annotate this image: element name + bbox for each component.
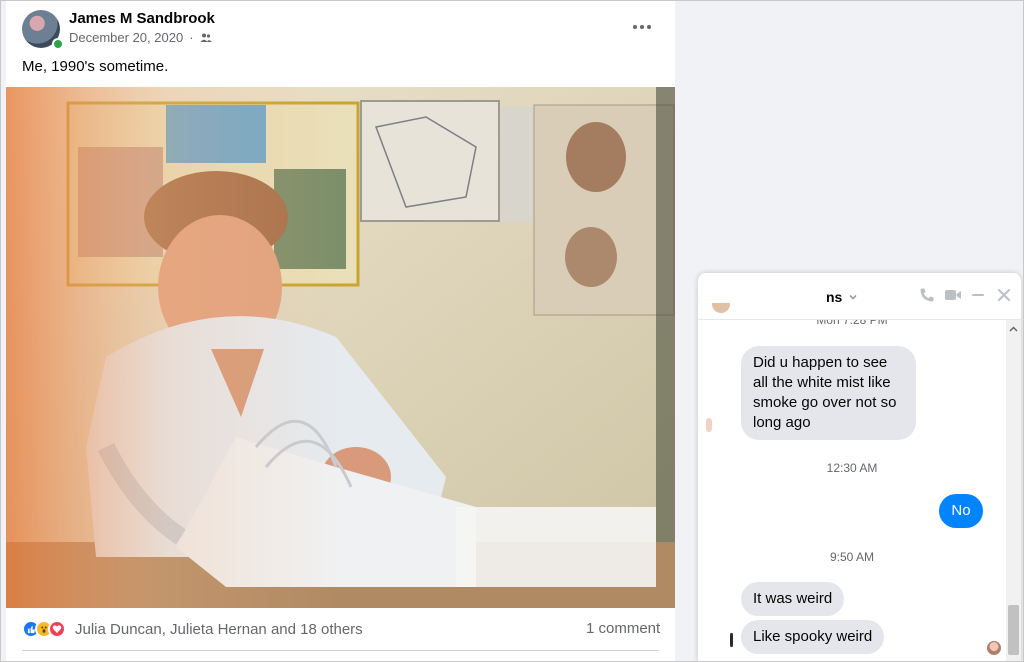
sender-avatar [730,633,733,647]
minimize-icon [970,287,986,308]
author-name[interactable]: James M Sandbrook [69,10,215,27]
message-timestamp: 9:50 AM [829,550,875,564]
post-divider [22,650,659,651]
video-icon [944,288,962,307]
post-header: James M Sandbrook December 20, 2020 · Me… [6,0,675,90]
close-chat-button[interactable] [993,286,1015,308]
message-bubble-outgoing[interactable]: No [939,494,983,528]
comment-count[interactable]: 1 comment [586,620,660,637]
message-bubble-incoming[interactable]: Like spooky weird [741,620,885,654]
love-icon [48,620,66,638]
reaction-names[interactable]: Julia Duncan, Julieta Hernan and 18 othe… [75,621,363,638]
close-icon [996,287,1012,308]
chat-scrollbar[interactable] [1006,320,1021,662]
chat-contact-name[interactable]: ns [826,289,842,305]
video-call-button[interactable] [942,286,964,308]
minimize-chat-button[interactable] [967,286,989,308]
message-bubble-incoming[interactable]: It was weird [741,582,845,616]
more-options-button[interactable] [626,12,658,40]
chat-messages[interactable]: Mon 7:28 PM Did u happen to see all the … [698,313,1006,662]
sender-avatar [706,418,712,432]
post-photo[interactable] [6,87,675,608]
reaction-icons [22,620,66,638]
more-horizontal-icon [632,17,652,35]
online-status-icon [52,38,64,50]
post-card: James M Sandbrook December 20, 2020 · Me… [6,0,675,662]
friends-icon[interactable] [200,32,212,44]
post-caption: Me, 1990's sometime. [22,58,169,75]
reactions-summary[interactable]: Julia Duncan, Julieta Hernan and 18 othe… [22,618,363,640]
chat-header: ns [698,273,1021,320]
scrollbar-thumb[interactable] [1008,605,1019,655]
post-meta: December 20, 2020 · [69,30,212,45]
chevron-down-icon[interactable] [848,289,858,307]
post-date[interactable]: December 20, 2020 [69,30,183,45]
seen-indicator-avatar [987,641,1001,655]
chat-window: ns Mon 7:28 PM Did u happen to see all t… [698,273,1021,662]
voice-call-button[interactable] [916,286,938,308]
scroll-up-button[interactable] [1006,322,1021,334]
chevron-up-icon [1009,319,1018,337]
message-timestamp: 12:30 AM [826,461,878,475]
chat-contact-avatar[interactable] [712,303,730,313]
phone-icon [919,287,935,308]
message-bubble-incoming[interactable]: Did u happen to see all the white mist l… [741,346,916,440]
